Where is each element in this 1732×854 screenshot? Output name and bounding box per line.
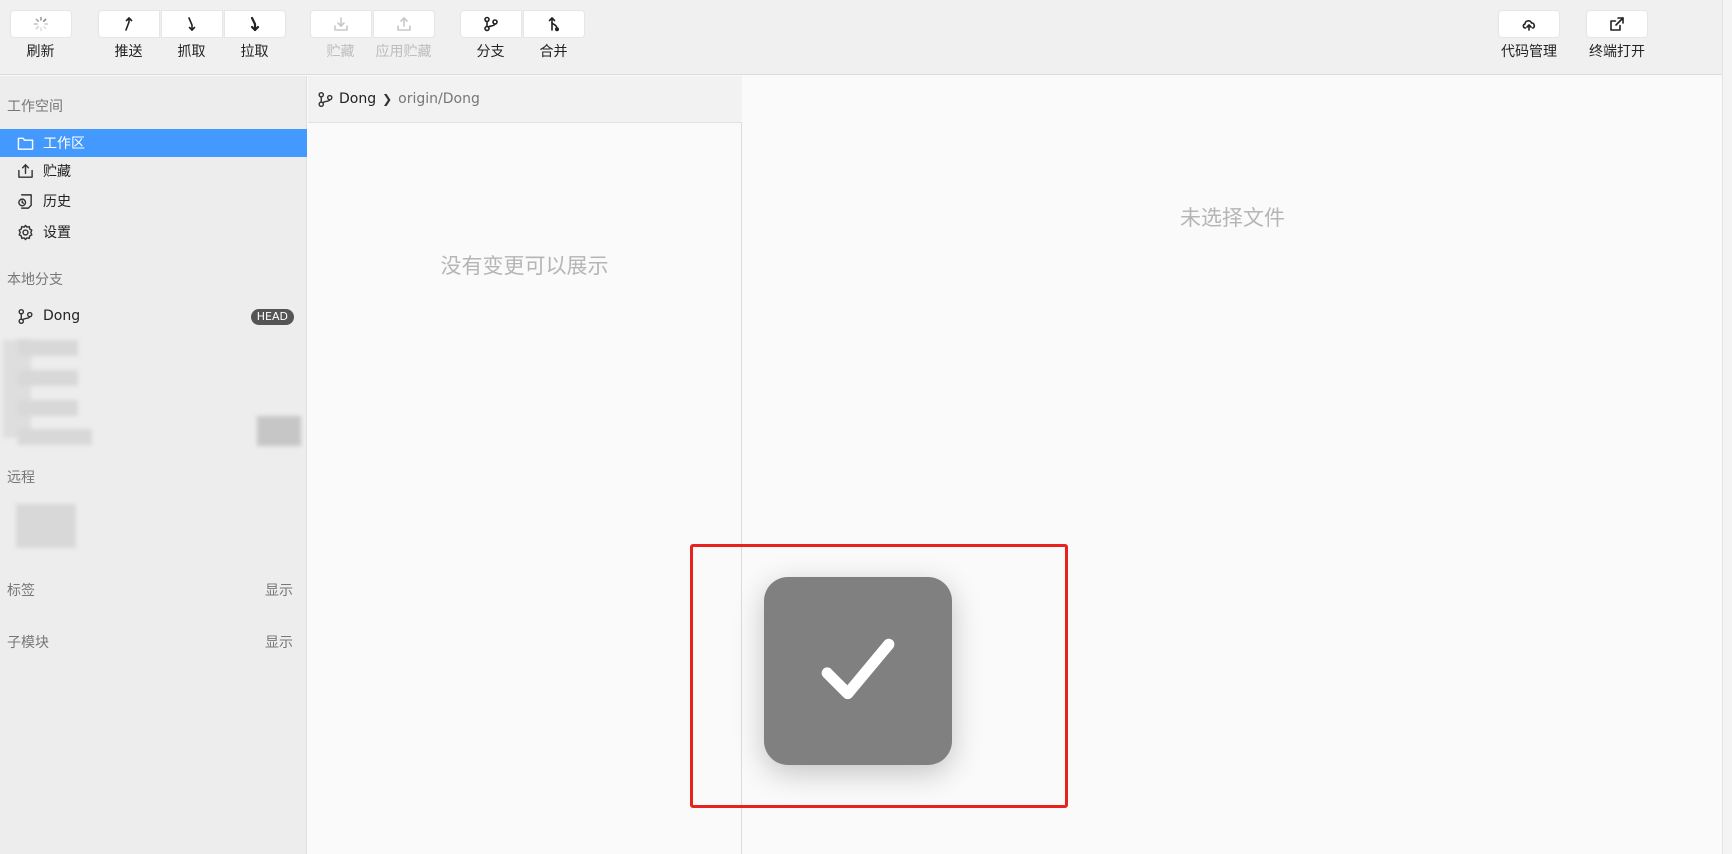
sidebar-item-label: 设置 [43,225,71,241]
pull-label: 拉取 [240,44,269,60]
refresh-button[interactable]: 刷新 [9,10,72,61]
redacted-branch [18,400,78,416]
push-label: 推送 [114,44,143,60]
open-terminal-label: 终端打开 [1589,44,1645,60]
external-link-icon [1586,10,1648,38]
submodules-title: 子模块 [7,635,49,651]
chevron-right-icon: ❯ [382,92,393,106]
sidebar-item-workspace[interactable]: 工作区 [0,129,307,157]
redacted-badge [257,416,301,446]
sidebar-item-label: 工作区 [43,136,85,152]
stash-icon [15,161,35,181]
redacted-branch [18,429,92,445]
sidebar: 工作空间 工作区 贮藏 历史 设置 本地分支 Dong HEAD 远程 标签 显… [0,76,307,854]
submodules-show-link[interactable]: 显示 [265,632,293,652]
changes-panel: Dong ❯ origin/Dong 没有变更可以展示 [308,76,742,854]
checkmark-icon [821,638,895,700]
stash-group: 贮藏 应用贮藏 [309,10,435,61]
fetch-button[interactable]: 抓取 [160,10,223,61]
pull-icon [223,10,286,38]
head-badge: HEAD [250,309,294,325]
apply-stash-label: 应用贮藏 [375,44,432,60]
merge-icon [522,10,585,38]
push-icon [97,10,160,38]
refresh-group: 刷新 [9,10,72,61]
merge-label: 合并 [539,44,568,60]
stash-in-icon [309,10,372,38]
sync-group: 推送 抓取 拉取 [97,10,286,61]
sidebar-item-settings[interactable]: 设置 [0,218,307,246]
window-scrollbar[interactable] [1722,0,1732,854]
code-manage-label: 代码管理 [1501,44,1557,60]
branch-icon [15,306,35,326]
refresh-label: 刷新 [26,44,55,60]
cloud-upload-icon [1498,10,1560,38]
code-manage-group: 代码管理 [1497,10,1561,61]
local-branch-name: Dong [43,308,81,324]
push-button[interactable]: 推送 [97,10,160,61]
tags-title: 标签 [7,583,35,599]
stash-out-icon [372,10,435,38]
branch-group: 分支 合并 [459,10,585,61]
current-branch: Dong [339,91,377,107]
stash-label: 贮藏 [326,44,355,60]
sidebar-item-history[interactable]: 历史 [0,187,307,215]
workspace-title: 工作空间 [7,99,63,115]
redacted-branch [18,340,78,356]
no-changes-message: 没有变更可以展示 [440,254,609,278]
no-file-selected-message: 未选择文件 [1180,206,1285,230]
remote-title: 远程 [7,470,35,486]
apply-stash-button[interactable]: 应用贮藏 [372,10,435,61]
gear-icon [15,222,35,242]
fetch-label: 抓取 [177,44,206,60]
folder-icon [15,133,35,153]
sidebar-item-label: 贮藏 [43,164,71,180]
loading-spinner-icon [9,10,72,38]
branch-icon [318,91,333,107]
local-branch-item[interactable]: Dong HEAD [0,302,307,330]
success-toast [764,577,952,765]
tags-show-link[interactable]: 显示 [265,580,293,600]
toolbar: 刷新 推送 抓取 拉取 贮藏 应用贮藏 分支 合并 代码管理 终端打开 [0,0,1722,75]
terminal-group: 终端打开 [1585,10,1649,61]
open-terminal-button[interactable]: 终端打开 [1585,10,1649,61]
redacted-branch [18,370,78,386]
upstream-branch: origin/Dong [398,91,480,107]
stash-button[interactable]: 贮藏 [309,10,372,61]
branch-label: 分支 [476,44,505,60]
redacted-remote [16,504,76,548]
local-branches-title: 本地分支 [7,272,63,288]
branch-bar: Dong ❯ origin/Dong [308,76,742,123]
sidebar-item-stash[interactable]: 贮藏 [0,157,307,185]
branch-button[interactable]: 分支 [459,10,522,61]
history-icon [15,191,35,211]
branch-icon [459,10,522,38]
sidebar-item-label: 历史 [43,194,71,210]
fetch-icon [160,10,223,38]
pull-button[interactable]: 拉取 [223,10,286,61]
code-manage-button[interactable]: 代码管理 [1497,10,1561,61]
merge-button[interactable]: 合并 [522,10,585,61]
